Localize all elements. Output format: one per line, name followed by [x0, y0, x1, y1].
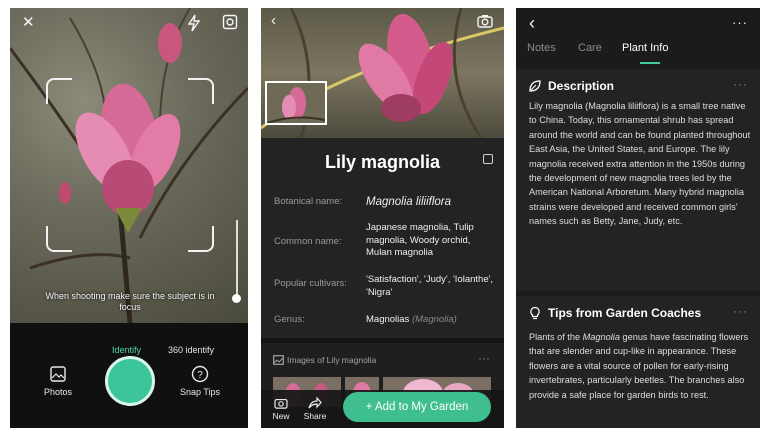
field-value: Magnolia liliiflora — [366, 196, 452, 208]
gallery-icon[interactable] — [222, 14, 238, 35]
snap-tips-button[interactable]: ? Snap Tips — [170, 365, 230, 397]
more-options-icon[interactable]: ··· — [732, 14, 748, 32]
leaf-icon — [529, 80, 541, 92]
camera-controls: Identify 360 identify Photos ? Snap Tips — [10, 323, 248, 428]
focus-frame-corner — [188, 226, 214, 252]
more-icon[interactable]: ··· — [478, 351, 490, 365]
tips-title: Tips from Garden Coaches — [548, 306, 702, 320]
tab-notes[interactable]: Notes — [527, 42, 556, 54]
tips-text-start: Plants of the — [529, 332, 583, 342]
field-value: Japanese magnolia, Tulip magnolia, Woody… — [366, 222, 474, 258]
more-icon[interactable]: ··· — [733, 77, 748, 91]
description-card: Description ··· Lily magnolia (Magnolia … — [516, 69, 760, 291]
share-button[interactable]: Share — [301, 396, 329, 421]
tips-text-genus: Magnolia — [582, 332, 620, 342]
mode-identify[interactable]: Identify — [112, 345, 141, 355]
edit-icon[interactable] — [483, 154, 493, 164]
svg-text:?: ? — [197, 370, 203, 381]
shutter-button[interactable] — [105, 356, 155, 406]
add-to-garden-button[interactable]: + Add to My Garden — [343, 392, 491, 422]
new-label: New — [272, 411, 290, 421]
photos-icon — [50, 366, 66, 382]
magnolia-flower-photo — [10, 8, 248, 323]
photos-button[interactable]: Photos — [28, 365, 88, 397]
flash-icon[interactable] — [186, 14, 202, 37]
focus-frame-corner — [188, 78, 214, 104]
photos-label: Photos — [43, 387, 73, 397]
close-icon[interactable]: ✕ — [22, 14, 35, 32]
genus-value: Magnolias — [366, 314, 410, 325]
tab-care[interactable]: Care — [578, 42, 602, 54]
focus-frame-corner — [46, 78, 72, 104]
field-value: 'Satisfaction', 'Judy', 'Iolanthe', 'Nig… — [366, 274, 494, 298]
hero-photo: ‹ — [261, 8, 504, 138]
lightbulb-icon — [530, 306, 540, 320]
share-icon — [308, 396, 322, 409]
zoom-slider-knob[interactable] — [232, 294, 241, 303]
tips-text-end: genus have fascinating flowers that are … — [529, 332, 749, 400]
share-label: Share — [303, 411, 327, 421]
camera-viewfinder[interactable]: ✕ When shooting make sure the subject is… — [10, 8, 248, 323]
snap-tips-label: Snap Tips — [179, 387, 221, 397]
camera-screen: ✕ When shooting make sure the subject is… — [10, 8, 248, 428]
plant-name: Lily magnolia — [324, 152, 441, 172]
back-icon[interactable]: ‹ — [271, 12, 276, 30]
field-value: Magnolias (Magnolia) — [366, 314, 498, 327]
genus-latin: (Magnolia) — [411, 314, 457, 325]
info-header: ‹ ··· Notes Care Plant Info — [516, 8, 760, 66]
focus-frame-corner — [46, 226, 72, 252]
zoom-slider[interactable] — [236, 220, 238, 302]
bottom-action-bar: New Share + Add to My Garden — [261, 390, 504, 428]
description-text: Lily magnolia (Magnolia liliiflora) is a… — [529, 101, 751, 227]
field-label: Genus: — [274, 314, 305, 325]
description-heading: Description — [528, 79, 614, 93]
shooting-hint: When shooting make sure the subject is i… — [45, 291, 215, 312]
field-label: Botanical name: — [274, 196, 343, 207]
field-label: Popular cultivars: — [274, 278, 347, 289]
description-title: Description — [548, 79, 615, 93]
tips-card: Tips from Garden Coaches ··· Plants of t… — [516, 296, 760, 428]
more-icon[interactable]: ··· — [733, 304, 748, 318]
tab-plant-info[interactable]: Plant Info — [622, 42, 668, 54]
tips-text: Plants of the Magnolia genus have fascin… — [529, 330, 751, 402]
plant-info-screen: ‹ ··· Notes Care Plant Info Description … — [516, 8, 760, 428]
camera-icon — [274, 398, 288, 409]
images-section-title: Images of Lily magnolia — [287, 355, 377, 365]
tips-heading: Tips from Garden Coaches — [528, 306, 701, 320]
active-tab-indicator — [640, 62, 660, 64]
result-screen: ‹ Lily magnolia Botanical name: Magnolia… — [261, 8, 504, 428]
camera-icon[interactable] — [477, 14, 493, 33]
image-icon — [273, 355, 284, 365]
captured-photo-thumbnail[interactable] — [265, 81, 327, 125]
question-icon: ? — [191, 365, 209, 383]
field-label: Common name: — [274, 236, 342, 247]
new-button[interactable]: New — [267, 397, 295, 421]
back-icon[interactable]: ‹ — [529, 14, 535, 32]
plant-info-card: Lily magnolia Botanical name: Magnolia l… — [261, 138, 504, 338]
mode-360-identify[interactable]: 360 identify — [168, 345, 214, 355]
